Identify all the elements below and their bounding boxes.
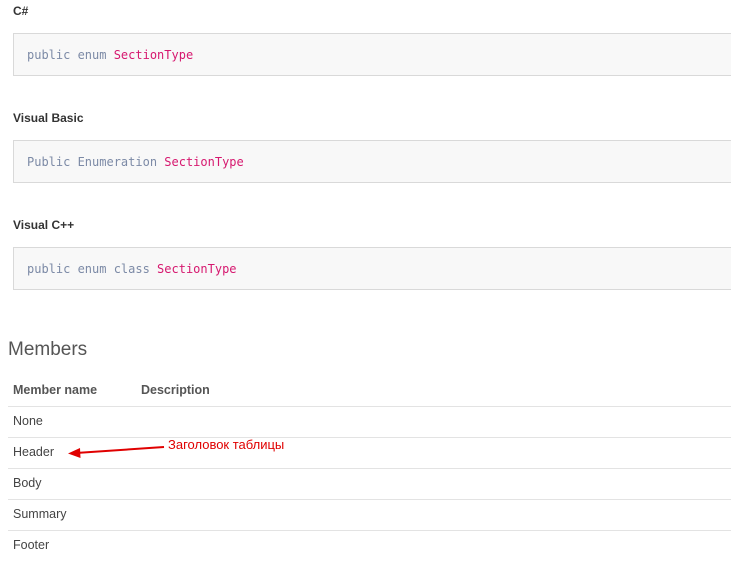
member-name: Footer: [13, 538, 50, 552]
lang-label-csharp: C#: [13, 4, 29, 18]
code-block-cpp: public enum class SectionType: [13, 247, 731, 290]
column-header-member-name: Member name: [13, 383, 98, 397]
lang-label-vb: Visual Basic: [13, 111, 84, 125]
member-name: Body: [13, 476, 42, 490]
member-name: Summary: [13, 507, 67, 521]
lang-label-cpp: Visual C++: [13, 218, 75, 232]
code-type-name: SectionType: [164, 155, 244, 169]
red-arrow-icon: [68, 446, 165, 458]
member-name: Header: [13, 445, 54, 459]
members-heading: Members: [8, 339, 88, 360]
code-keyword: public enum: [27, 48, 114, 62]
table-row: None: [8, 406, 731, 437]
member-name: None: [13, 414, 43, 428]
code-block-vb: Public Enumeration SectionType: [13, 140, 731, 183]
table-row: Body: [8, 468, 731, 499]
column-header-description: Description: [141, 383, 210, 397]
annotation-text: Заголовок таблицы: [168, 437, 285, 452]
code-block-csharp: public enum SectionType: [13, 33, 731, 76]
table-row: Summary: [8, 499, 731, 530]
table-row: Footer: [8, 530, 731, 561]
code-line-cpp: public enum class SectionType: [27, 262, 237, 276]
code-line-vb: Public Enumeration SectionType: [27, 155, 244, 169]
code-line-csharp: public enum SectionType: [27, 48, 193, 62]
code-type-name: SectionType: [157, 262, 237, 276]
code-keyword: Public Enumeration: [27, 155, 165, 169]
code-keyword: public enum class: [27, 262, 158, 276]
code-type-name: SectionType: [113, 48, 194, 62]
